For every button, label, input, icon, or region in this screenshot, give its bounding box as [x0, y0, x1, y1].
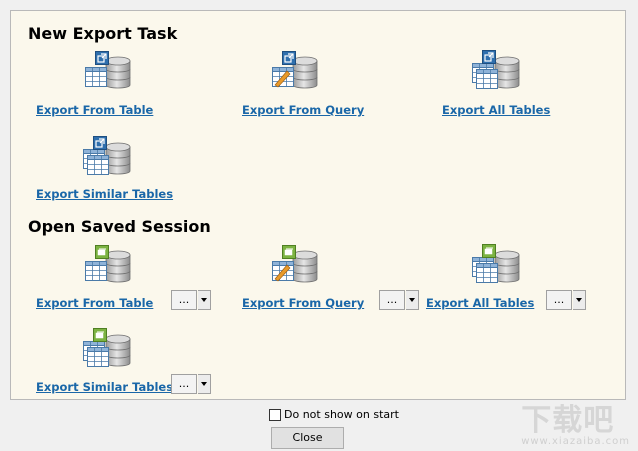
do-not-show-checkbox-row[interactable]: Do not show on start	[269, 408, 399, 421]
do-not-show-checkbox[interactable]	[269, 408, 281, 421]
session-export-similar-tables-link[interactable]: Export Similar Tables	[36, 380, 173, 394]
export-table-icon[interactable]	[83, 49, 133, 93]
session-similar-tables-picker[interactable]: ...	[171, 374, 211, 394]
new-export-all-tables-link[interactable]: Export All Tables	[442, 103, 550, 117]
watermark-big-text: 下载吧	[521, 403, 615, 438]
saved-session-title: Open Saved Session	[28, 217, 211, 236]
chevron-down-icon[interactable]	[198, 374, 211, 394]
watermark-logo: 下载吧 www.xiazaiba.com	[521, 403, 630, 448]
session-export-from-table-link[interactable]: Export From Table	[36, 296, 153, 310]
export-similar-tables-icon[interactable]	[83, 135, 133, 179]
close-button[interactable]: Close	[271, 427, 344, 449]
session-all-tables-icon[interactable]	[472, 243, 522, 287]
new-export-from-query-link[interactable]: Export From Query	[242, 103, 364, 117]
session-query-icon[interactable]	[270, 243, 320, 287]
session-export-all-tables-link[interactable]: Export All Tables	[426, 296, 534, 310]
chevron-down-icon[interactable]	[406, 290, 419, 310]
session-all-tables-picker[interactable]: ...	[546, 290, 586, 310]
session-export-from-query-link[interactable]: Export From Query	[242, 296, 364, 310]
chevron-down-icon[interactable]	[573, 290, 586, 310]
chevron-down-icon[interactable]	[198, 290, 211, 310]
do-not-show-label[interactable]: Do not show on start	[284, 408, 399, 421]
new-export-from-table-link[interactable]: Export From Table	[36, 103, 153, 117]
new-export-similar-tables-link[interactable]: Export Similar Tables	[36, 187, 173, 201]
new-export-title: New Export Task	[28, 24, 178, 43]
session-table-browse-button[interactable]: ...	[171, 290, 197, 310]
watermark-url: www.xiazaiba.com	[521, 436, 630, 447]
session-similar-tables-browse-button[interactable]: ...	[171, 374, 197, 394]
session-table-icon[interactable]	[83, 243, 133, 287]
export-all-tables-icon[interactable]	[472, 49, 522, 93]
export-query-icon[interactable]	[270, 49, 320, 93]
start-panel: New Export Task Export From Table Export…	[10, 10, 626, 400]
session-query-browse-button[interactable]: ...	[379, 290, 405, 310]
session-similar-tables-icon[interactable]	[83, 327, 133, 371]
session-query-picker[interactable]: ...	[379, 290, 419, 310]
session-table-picker[interactable]: ...	[171, 290, 211, 310]
session-all-tables-browse-button[interactable]: ...	[546, 290, 572, 310]
